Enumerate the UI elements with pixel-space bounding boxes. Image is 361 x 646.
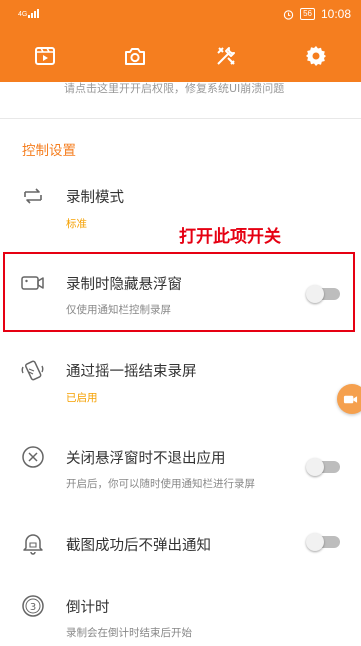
- permission-notice[interactable]: 请点击这里开开启权限，修复系统UI崩溃问题: [64, 82, 284, 100]
- countdown-3-icon: 3: [20, 593, 46, 619]
- record-mode-value: 标准: [66, 218, 87, 230]
- close-circle-icon: [20, 444, 46, 470]
- close-float-subtitle: 开启后，你可以随时使用通知栏进行录屏: [66, 478, 255, 490]
- tab-tools[interactable]: [181, 30, 271, 82]
- countdown-subtitle: 录制会在倒计时结束后开始: [66, 627, 192, 639]
- svg-text:3: 3: [30, 602, 36, 613]
- bell-icon: [20, 530, 46, 556]
- video-camera-icon: [343, 395, 358, 403]
- floating-record-button[interactable]: [337, 384, 361, 414]
- section-title-control: 控制设置: [22, 143, 76, 159]
- annotation-highlight-box: [3, 252, 355, 332]
- shake-stop-value: 已启用: [66, 392, 98, 404]
- status-bar: 4G 56 10:08: [0, 0, 361, 30]
- tab-settings[interactable]: [271, 30, 361, 82]
- clock: 10:08: [320, 7, 351, 21]
- record-mode-title: 录制模式: [66, 190, 124, 206]
- top-toolbar: [0, 30, 361, 82]
- battery-indicator: 56: [300, 8, 315, 20]
- annotation-label: 打开此项开关: [179, 227, 281, 247]
- close-float-title: 关闭悬浮窗时不退出应用: [66, 451, 226, 467]
- shake-stop-title: 通过摇一摇结束录屏: [66, 364, 197, 380]
- tools-icon: [216, 47, 235, 65]
- section-divider: [0, 118, 361, 119]
- tab-video-list[interactable]: [0, 30, 90, 82]
- alarm-icon: [283, 9, 294, 20]
- screenshot-notify-toggle[interactable]: [306, 533, 340, 551]
- signal-indicator: 4G: [18, 9, 40, 18]
- settings-gear-icon: [305, 46, 326, 66]
- close-float-toggle[interactable]: [306, 458, 340, 476]
- screenshot-notify-title: 截图成功后不弹出通知: [66, 538, 211, 554]
- countdown-title: 倒计时: [66, 600, 110, 616]
- tab-camera[interactable]: [90, 30, 180, 82]
- shake-phone-icon: [20, 357, 46, 383]
- camera-icon: [125, 48, 146, 65]
- video-list-icon: [35, 47, 56, 65]
- network-type: 4G: [18, 11, 28, 18]
- loop-icon: [20, 183, 46, 209]
